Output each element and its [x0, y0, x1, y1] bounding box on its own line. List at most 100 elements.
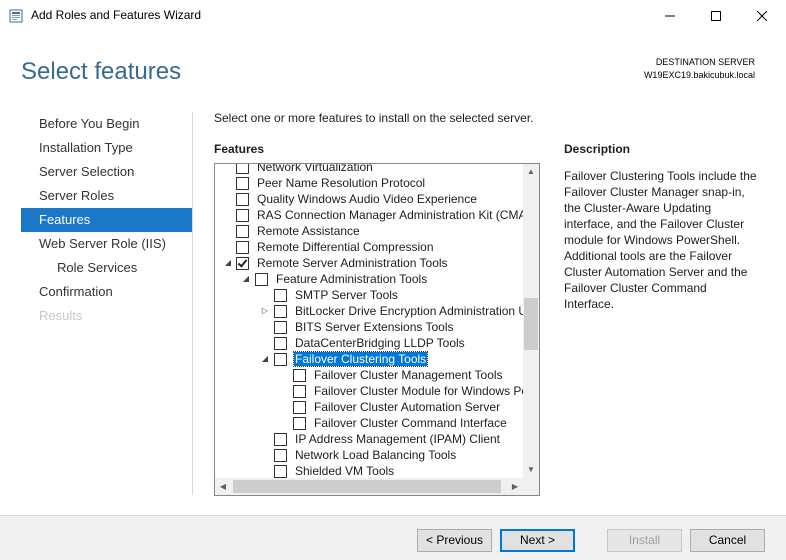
feature-checkbox[interactable] [236, 241, 249, 254]
feature-checkbox[interactable] [274, 321, 287, 334]
feature-label[interactable]: Remote Assistance [256, 224, 361, 238]
feature-label[interactable]: BitLocker Drive Encryption Administratio… [294, 304, 523, 318]
feature-label[interactable]: DataCenterBridging LLDP Tools [294, 336, 466, 350]
feature-label[interactable]: Failover Clustering Tools [292, 351, 429, 367]
feature-checkbox[interactable] [255, 273, 268, 286]
feature-tree-item[interactable]: Peer Name Resolution Protocol [215, 175, 523, 191]
feature-checkbox[interactable] [274, 337, 287, 350]
feature-checkbox[interactable] [236, 257, 249, 270]
feature-checkbox[interactable] [293, 369, 306, 382]
description-text: Failover Clustering Tools include the Fa… [564, 169, 757, 311]
feature-checkbox[interactable] [274, 449, 287, 462]
feature-tree-item[interactable]: Failover Cluster Automation Server [215, 399, 523, 415]
feature-checkbox[interactable] [293, 385, 306, 398]
nav-item-role-services[interactable]: Role Services [21, 256, 192, 280]
feature-checkbox[interactable] [293, 417, 306, 430]
horizontal-scrollbar[interactable]: ◀ ▶ [215, 478, 523, 495]
vertical-scrollbar[interactable]: ▲ ▼ [523, 164, 539, 478]
maximize-icon [711, 10, 721, 21]
vertical-scroll-thumb[interactable] [524, 298, 538, 350]
feature-label[interactable]: Quality Windows Audio Video Experience [256, 192, 478, 206]
feature-checkbox[interactable] [236, 209, 249, 222]
feature-tree-item[interactable]: ◢ Remote Server Administration Tools [215, 255, 523, 271]
feature-label[interactable]: IP Address Management (IPAM) Client [294, 432, 501, 446]
nav-item-features[interactable]: Features [21, 208, 192, 232]
nav-item-web-server-role-iis[interactable]: Web Server Role (IIS) [21, 232, 192, 256]
collapse-arrow-icon[interactable]: ◢ [223, 255, 233, 271]
close-icon [757, 10, 767, 21]
feature-label[interactable]: Failover Cluster Command Interface [313, 416, 508, 430]
feature-checkbox[interactable] [274, 305, 287, 318]
features-heading: Features [214, 142, 265, 156]
feature-tree-item[interactable]: Failover Cluster Command Interface [215, 415, 523, 431]
feature-checkbox[interactable] [274, 433, 287, 446]
feature-checkbox[interactable] [236, 225, 249, 238]
nav-item-confirmation[interactable]: Confirmation [21, 280, 192, 304]
feature-tree-item[interactable]: BITS Server Extensions Tools [215, 319, 523, 335]
scroll-left-icon[interactable]: ◀ [215, 478, 231, 495]
feature-tree-item[interactable]: RAS Connection Manager Administration Ki… [215, 207, 523, 223]
feature-label[interactable]: Network Virtualization [256, 164, 374, 174]
nav-item-before-you-begin[interactable]: Before You Begin [21, 112, 192, 136]
features-tree-viewport: Network Virtualization Peer Name Resoluti… [215, 164, 523, 478]
feature-tree-item[interactable]: Remote Differential Compression [215, 239, 523, 255]
maximize-button[interactable] [693, 0, 739, 31]
minimize-icon [665, 15, 675, 16]
destination-server-name: W19EXC19.bakicubuk.local [643, 70, 755, 80]
feature-checkbox[interactable] [236, 177, 249, 190]
minimize-button[interactable] [647, 0, 693, 31]
feature-label[interactable]: Feature Administration Tools [275, 272, 428, 286]
feature-tree-item[interactable]: Network Load Balancing Tools [215, 447, 523, 463]
feature-checkbox[interactable] [274, 465, 287, 478]
feature-tree-item[interactable]: IP Address Management (IPAM) Client [215, 431, 523, 447]
collapse-arrow-icon[interactable]: ◢ [260, 351, 270, 367]
feature-label[interactable]: Remote Server Administration Tools [256, 256, 449, 270]
feature-label[interactable]: Failover Cluster Module for Windows Powe… [313, 384, 523, 398]
features-tree-rows: Network Virtualization Peer Name Resoluti… [215, 164, 523, 478]
collapse-arrow-icon[interactable]: ◢ [241, 271, 251, 287]
nav-item-server-roles[interactable]: Server Roles [21, 184, 192, 208]
features-tree[interactable]: Network Virtualization Peer Name Resoluti… [214, 163, 540, 496]
instruction-text: Select one or more features to install o… [214, 111, 534, 125]
feature-label[interactable]: RAS Connection Manager Administration Ki… [256, 208, 523, 222]
feature-tree-item[interactable]: Remote Assistance [215, 223, 523, 239]
feature-label[interactable]: Network Load Balancing Tools [294, 448, 457, 462]
nav-item-server-selection[interactable]: Server Selection [21, 160, 192, 184]
scroll-up-icon[interactable]: ▲ [523, 164, 539, 180]
horizontal-scroll-thumb[interactable] [233, 480, 501, 493]
feature-tree-item[interactable]: Failover Cluster Module for Windows Powe… [215, 383, 523, 399]
feature-label[interactable]: Shielded VM Tools [294, 464, 395, 478]
feature-tree-item[interactable]: Network Virtualization [215, 164, 523, 175]
wizard-footer: < Previous Next > Install Cancel [0, 515, 786, 560]
expand-arrow-icon[interactable]: ▷ [260, 303, 270, 319]
feature-tree-item[interactable]: ▷ BitLocker Drive Encryption Administrati… [215, 303, 523, 319]
feature-label[interactable]: Remote Differential Compression [256, 240, 435, 254]
feature-checkbox[interactable] [293, 401, 306, 414]
scroll-down-icon[interactable]: ▼ [523, 462, 539, 478]
feature-checkbox[interactable] [236, 164, 249, 174]
feature-label[interactable]: Failover Cluster Management Tools [313, 368, 504, 382]
feature-label[interactable]: SMTP Server Tools [294, 288, 399, 302]
scroll-right-icon[interactable]: ▶ [507, 478, 523, 495]
close-button[interactable] [739, 0, 785, 31]
feature-tree-item[interactable]: Quality Windows Audio Video Experience [215, 191, 523, 207]
feature-tree-item[interactable]: Failover Cluster Management Tools [215, 367, 523, 383]
feature-label[interactable]: Peer Name Resolution Protocol [256, 176, 426, 190]
cancel-button[interactable]: Cancel [690, 529, 765, 552]
next-button[interactable]: Next > [500, 529, 575, 552]
scrollbar-corner [523, 478, 539, 495]
feature-checkbox[interactable] [236, 193, 249, 206]
destination-server-label: DESTINATION SERVER [655, 57, 755, 67]
feature-checkbox[interactable] [274, 289, 287, 302]
nav-item-installation-type[interactable]: Installation Type [21, 136, 192, 160]
feature-checkbox[interactable] [274, 353, 287, 366]
feature-label[interactable]: BITS Server Extensions Tools [294, 320, 455, 334]
feature-label[interactable]: Failover Cluster Automation Server [313, 400, 501, 414]
server-manager-icon [9, 9, 23, 23]
feature-tree-item[interactable]: ◢ Failover Clustering Tools [215, 351, 523, 367]
feature-tree-item[interactable]: DataCenterBridging LLDP Tools [215, 335, 523, 351]
feature-tree-item[interactable]: Shielded VM Tools [215, 463, 523, 478]
feature-tree-item[interactable]: ◢ Feature Administration Tools [215, 271, 523, 287]
feature-tree-item[interactable]: SMTP Server Tools [215, 287, 523, 303]
previous-button[interactable]: < Previous [417, 529, 492, 552]
